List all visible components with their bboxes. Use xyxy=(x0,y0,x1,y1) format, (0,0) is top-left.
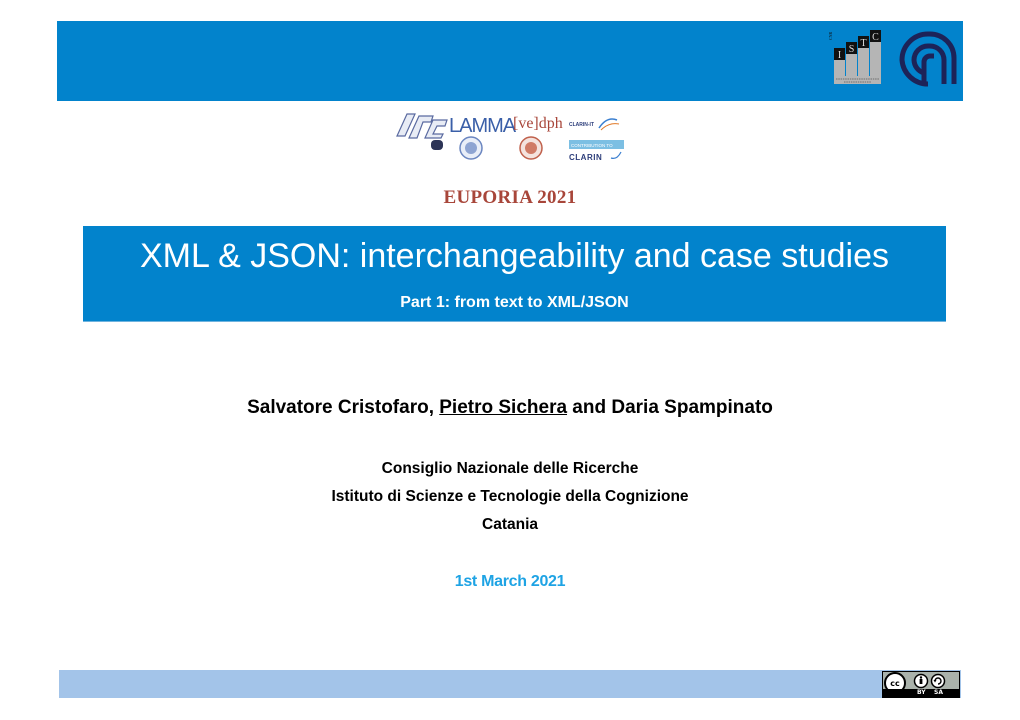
cc-sa-label: SA xyxy=(934,689,943,696)
svg-text:cc: cc xyxy=(890,679,900,688)
istc-cnr-label: CNR xyxy=(828,31,833,40)
authors: Salvatore Cristofaro, Pietro Sichera and… xyxy=(0,397,1020,419)
slide-subtitle: Part 1: from text to XML/JSON xyxy=(400,294,629,311)
istc-letter-t: T xyxy=(860,38,866,49)
istc-letter-i: I xyxy=(838,50,841,61)
event-title: EUPORIA 2021 xyxy=(443,187,577,208)
cc-label-strip: BY SA xyxy=(883,689,959,697)
affiliation-city: Catania xyxy=(482,516,538,533)
sa-share-alike-icon xyxy=(930,673,946,689)
partner-logos: LAMMA [ve]dph CLARIN-IT CONTRIBUTION TO … xyxy=(396,113,624,162)
vedph-logo-text: [ve]dph xyxy=(513,115,563,132)
affiliation-institute: Istituto di Scienze e Tecnologie della C… xyxy=(331,488,689,505)
presentation-date: 1st March 2021 xyxy=(454,573,566,590)
cnr-logo xyxy=(899,31,957,87)
affiliation-organization: Consiglio Nazionale delle Ricerche xyxy=(381,460,639,477)
cc-license-badge[interactable]: cc BY SA xyxy=(882,671,960,698)
title-banner: XML & JSON: interchangeability and case … xyxy=(83,226,946,321)
istc-letter-s: S xyxy=(849,44,855,55)
cc-by-label: BY xyxy=(917,689,926,696)
lamma-logo-text: LAMMA xyxy=(449,115,517,137)
author-first: Salvatore Cristofaro, xyxy=(247,397,440,418)
istc-logo: I S T C CNR xyxy=(828,26,886,86)
contribution-to-text: CONTRIBUTION TO xyxy=(571,143,613,148)
clarin-it-text: CLARIN-IT xyxy=(569,122,594,128)
clarin-text: CLARIN xyxy=(569,153,602,162)
footer-bar xyxy=(59,670,961,698)
author-presenter: Pietro Sichera xyxy=(439,397,568,418)
istc-letter-c: C xyxy=(872,32,879,43)
author-rest: and Daria Spampinato xyxy=(567,397,773,418)
ilc-logo xyxy=(396,113,448,150)
slide-title: XML & JSON: interchangeability and case … xyxy=(139,237,889,275)
